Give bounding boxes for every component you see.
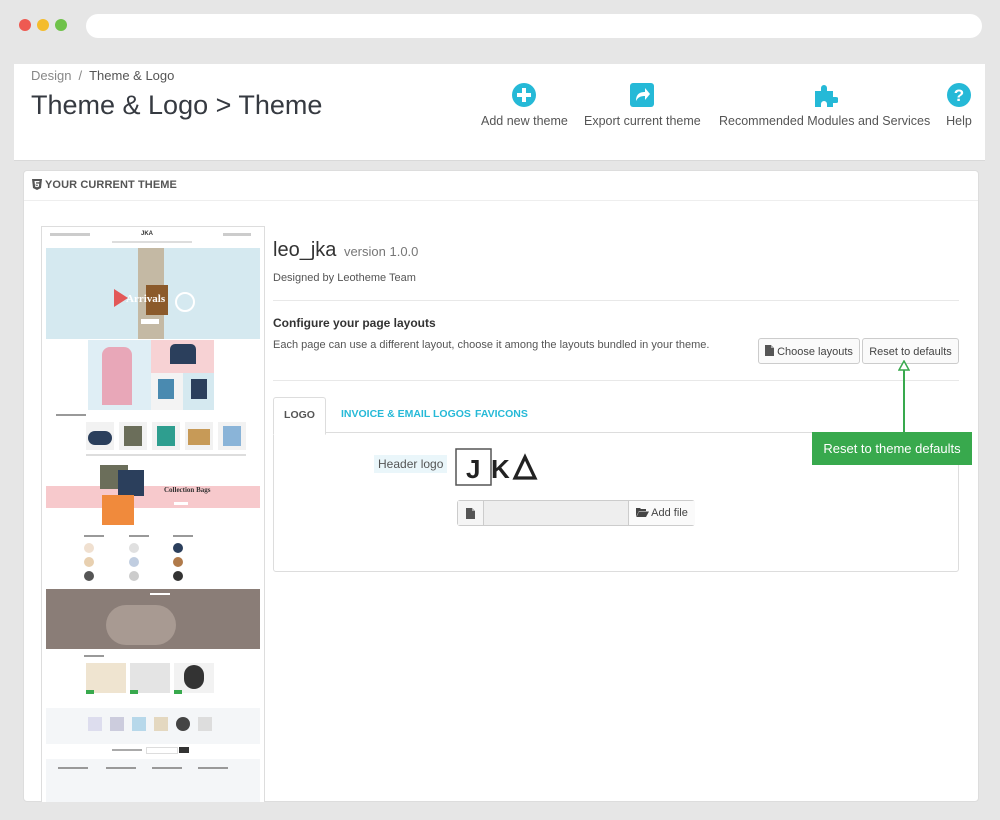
svg-text:K: K [491, 454, 510, 484]
breadcrumb: Design / Theme & Logo [31, 68, 174, 83]
panel-heading-text: YOUR CURRENT THEME [45, 179, 177, 191]
minimize-window-dot[interactable] [37, 19, 49, 31]
browser-chrome [0, 0, 1000, 50]
preview-collection-text: Collection Bags [164, 486, 211, 494]
reset-to-defaults-button[interactable]: Reset to defaults [862, 338, 959, 364]
current-theme-panel: YOUR CURRENT THEME JKA Arrivals Collecti… [23, 170, 979, 802]
export-current-theme-button[interactable]: Export current theme [584, 82, 701, 128]
address-bar[interactable] [86, 14, 982, 38]
puzzle-icon [814, 85, 838, 107]
theme-name: leo_jka version 1.0.0 [273, 239, 418, 262]
tab-favicons[interactable]: FAVICONS [475, 397, 528, 432]
annotation-connector [903, 370, 905, 432]
file-input-prefix [458, 501, 484, 525]
preview-logo-text: JKA [141, 231, 154, 237]
help-button[interactable]: ? Help [946, 82, 972, 128]
add-new-theme-label: Add new theme [481, 114, 568, 128]
page-title: Theme & Logo > Theme [31, 90, 323, 120]
svg-text:?: ? [954, 86, 964, 105]
logo-tabs: LOGO INVOICE & EMAIL LOGOS FAVICONS [273, 397, 959, 435]
divider [273, 380, 959, 381]
help-label: Help [946, 114, 972, 128]
export-current-theme-label: Export current theme [584, 114, 701, 128]
close-window-dot[interactable] [19, 19, 31, 31]
maximize-window-dot[interactable] [55, 19, 67, 31]
svg-text:J: J [466, 454, 480, 484]
page-header: Design / Theme & Logo Theme & Logo > Theme… [14, 64, 985, 161]
reset-to-defaults-label: Reset to defaults [869, 346, 952, 358]
add-file-button[interactable]: Add file [628, 501, 695, 525]
breadcrumb-design-link[interactable]: Design [31, 68, 71, 83]
theme-version: version 1.0.0 [343, 244, 419, 259]
breadcrumb-current: Theme & Logo [89, 68, 175, 83]
panel-heading: YOUR CURRENT THEME [24, 171, 978, 201]
share-icon [630, 83, 655, 107]
file-icon [466, 508, 475, 519]
annotation-tooltip: Reset to theme defaults [812, 432, 972, 465]
theme-preview-image: JKA Arrivals Collection Bags [41, 226, 265, 802]
layouts-title: Configure your page layouts [273, 316, 436, 330]
header-logo-image: J K [455, 448, 538, 486]
tab-logo[interactable]: LOGO [273, 397, 326, 435]
add-new-theme-button[interactable]: Add new theme [481, 82, 568, 128]
theme-designer: Designed by Leotheme Team [273, 272, 416, 284]
recommended-modules-button[interactable]: Recommended Modules and Services [719, 82, 930, 128]
tab-invoice-email-logos[interactable]: INVOICE & EMAIL LOGOS [341, 397, 471, 432]
folder-open-icon [636, 508, 650, 517]
layouts-description: Each page can use a different layout, ch… [273, 339, 710, 351]
choose-layouts-button[interactable]: Choose layouts [758, 338, 860, 364]
header-logo-file-input[interactable]: Add file [457, 500, 695, 526]
add-file-label: Add file [651, 507, 688, 519]
recommended-modules-label: Recommended Modules and Services [719, 114, 931, 128]
file-name-field[interactable] [484, 501, 628, 525]
preview-banner-text: Arrivals [126, 293, 166, 305]
theme-name-text: leo_jka [273, 239, 337, 261]
add-circle-icon [512, 83, 537, 107]
choose-layouts-label: Choose layouts [777, 346, 853, 358]
divider [273, 300, 959, 301]
file-icon [765, 345, 775, 356]
html5-icon [32, 179, 42, 190]
breadcrumb-separator: / [78, 68, 83, 83]
help-icon: ? [947, 83, 971, 107]
header-logo-label: Header logo [374, 455, 448, 473]
